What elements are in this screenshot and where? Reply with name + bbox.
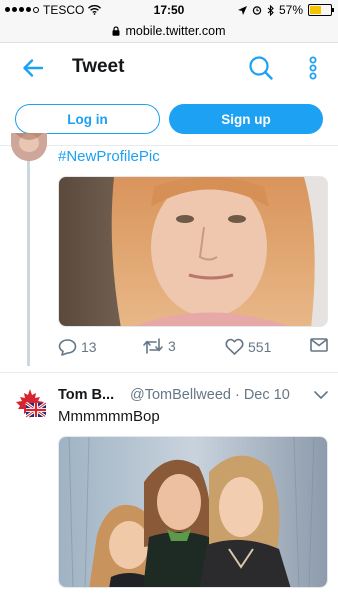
tweet-photo[interactable]: [58, 176, 328, 327]
reply-action[interactable]: 13: [58, 338, 97, 356]
search-icon[interactable]: [248, 55, 274, 81]
address-bar[interactable]: mobile.twitter.com: [0, 20, 338, 43]
tweet-text: MmmmmmBop: [58, 408, 160, 425]
author-name[interactable]: Tom B...: [58, 387, 114, 403]
retweet-icon: [143, 338, 163, 354]
like-count: 551: [248, 338, 272, 355]
status-indicators: 57%: [237, 3, 334, 17]
tweet-actions: 13 3 551: [58, 338, 330, 360]
retweet-count: 3: [168, 338, 176, 354]
status-bar: TESCO 17:50 57%: [0, 0, 338, 20]
tweet-header: Tom B... @TomBellweed · Dec 10: [58, 387, 330, 407]
back-arrow-icon[interactable]: [20, 55, 46, 81]
battery-icon: [308, 4, 334, 16]
author-handle-date[interactable]: @TomBellweed · Dec 10: [130, 387, 290, 403]
location-arrow-icon: [237, 5, 247, 15]
reply-count: 13: [81, 339, 97, 355]
avatar[interactable]: [11, 386, 49, 424]
retweet-action[interactable]: 3: [142, 338, 176, 354]
battery-level: [310, 6, 322, 14]
battery-percent: 57%: [278, 3, 303, 17]
lock-icon: [112, 26, 120, 36]
alarm-clock-icon: [252, 6, 262, 15]
url-text: mobile.twitter.com: [125, 24, 226, 38]
bluetooth-icon: [267, 4, 274, 16]
more-vertical-icon[interactable]: [305, 55, 321, 81]
avatar[interactable]: [11, 133, 47, 161]
chevron-down-icon[interactable]: [314, 390, 328, 400]
like-action[interactable]: 551: [225, 338, 271, 355]
direct-message-action[interactable]: [310, 338, 328, 352]
tweet-divider: [0, 372, 338, 373]
auth-bar: Log in Sign up: [0, 93, 338, 146]
thread-line: [27, 158, 30, 366]
envelope-icon: [310, 338, 328, 352]
signup-button[interactable]: Sign up: [169, 104, 323, 134]
login-button[interactable]: Log in: [15, 104, 160, 134]
app-header: Tweet: [0, 43, 338, 93]
tweet-photo[interactable]: [58, 436, 328, 588]
heart-icon: [225, 338, 244, 355]
page-title: Tweet: [72, 56, 125, 77]
tweet-hashtag-link[interactable]: #NewProfilePic: [58, 148, 160, 165]
reply-icon: [58, 339, 77, 356]
